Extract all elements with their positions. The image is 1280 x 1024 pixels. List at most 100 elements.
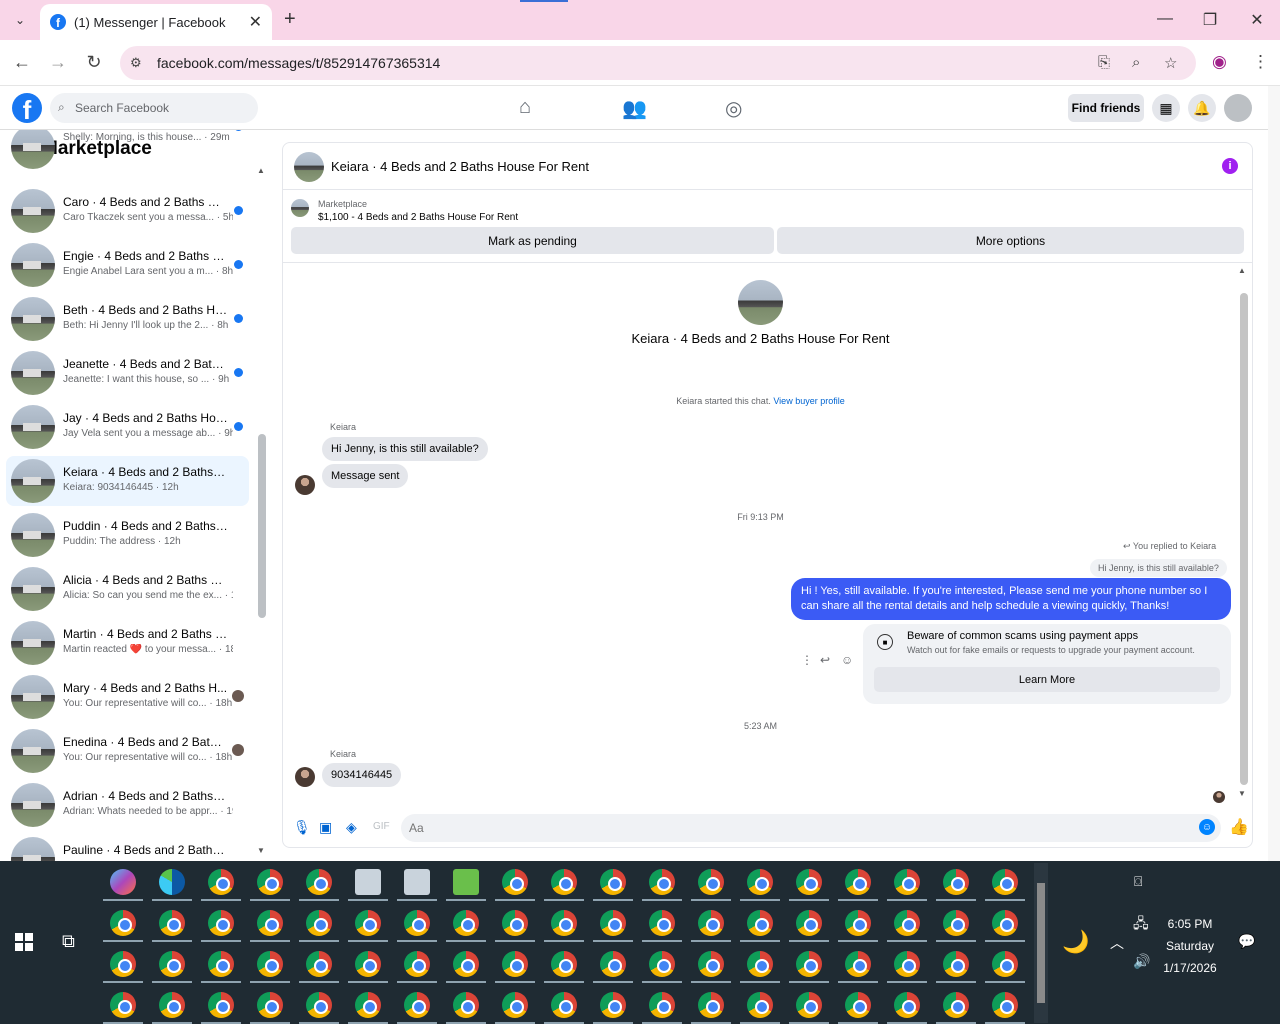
- chrome-icon[interactable]: [110, 951, 136, 977]
- chrome-icon[interactable]: [453, 951, 479, 977]
- chrome-icon[interactable]: [600, 951, 626, 977]
- chrome-icon[interactable]: [306, 951, 332, 977]
- chrome-icon[interactable]: [551, 992, 577, 1018]
- listing-avatar[interactable]: [294, 152, 324, 182]
- restore-icon[interactable]: ❐: [1200, 10, 1220, 30]
- chrome-icon[interactable]: [453, 910, 479, 936]
- chrome-icon[interactable]: [551, 910, 577, 936]
- chrome-icon[interactable]: [502, 869, 528, 895]
- quoted-message[interactable]: Hi Jenny, is this still available?: [1090, 559, 1227, 577]
- learn-more-button[interactable]: Learn More: [874, 667, 1220, 692]
- microphone-icon[interactable]: 🎙: [293, 819, 311, 836]
- address-bar[interactable]: ⚙ facebook.com/messages/t/85291476736531…: [120, 46, 1196, 80]
- profile-icon[interactable]: ◉: [1212, 52, 1227, 72]
- conversation-item[interactable]: Alicia · 4 Beds and 2 Baths Hou... Alicia…: [6, 564, 249, 614]
- site-info-icon[interactable]: ⚙: [130, 55, 142, 71]
- chrome-icon[interactable]: [894, 910, 920, 936]
- chrome-icon[interactable]: [845, 992, 871, 1018]
- chrome-icon[interactable]: [502, 910, 528, 936]
- chrome-icon[interactable]: [747, 910, 773, 936]
- message-input[interactable]: [401, 814, 1221, 842]
- chrome-icon[interactable]: [992, 869, 1018, 895]
- chrome-icon[interactable]: [355, 951, 381, 977]
- notifications-bell-icon[interactable]: 🔔: [1188, 94, 1216, 122]
- incoming-message[interactable]: Hi Jenny, is this still available?: [322, 437, 488, 461]
- conversation-item[interactable]: Pauline · 4 Beds and 2 Baths ...: [6, 834, 249, 861]
- chrome-icon[interactable]: [502, 992, 528, 1018]
- photo-icon[interactable]: ▣: [319, 819, 332, 836]
- chrome-icon[interactable]: [649, 869, 675, 895]
- chrome-icon[interactable]: [649, 951, 675, 977]
- chrome-icon[interactable]: [992, 951, 1018, 977]
- meet-now-icon[interactable]: ⌼: [1134, 873, 1142, 890]
- chrome-icon[interactable]: [306, 992, 332, 1018]
- chrome-icon[interactable]: [943, 992, 969, 1018]
- conversation-item[interactable]: Beth · 4 Beds and 2 Baths Ho... Beth: Hi …: [6, 294, 249, 344]
- chrome-icon[interactable]: [992, 910, 1018, 936]
- bookmark-star-icon[interactable]: ☆: [1164, 54, 1177, 72]
- edge-browser-icon[interactable]: [159, 869, 185, 895]
- chrome-icon[interactable]: [747, 992, 773, 1018]
- chrome-icon[interactable]: [796, 992, 822, 1018]
- chrome-icon[interactable]: [796, 951, 822, 977]
- chrome-icon[interactable]: [159, 951, 185, 977]
- chrome-icon[interactable]: [257, 869, 283, 895]
- react-emoji-icon[interactable]: ☺: [841, 653, 853, 667]
- chrome-icon[interactable]: [208, 992, 234, 1018]
- chrome-icon[interactable]: [747, 869, 773, 895]
- chrome-icon[interactable]: [600, 869, 626, 895]
- conversation-item[interactable]: Puddin · 4 Beds and 2 Baths Ho... Puddin:…: [6, 510, 249, 560]
- chrome-icon[interactable]: [404, 910, 430, 936]
- task-view-icon[interactable]: ⧉: [62, 931, 75, 952]
- taskbar-scrollbar[interactable]: [1034, 863, 1048, 1023]
- chrome-icon[interactable]: [355, 992, 381, 1018]
- chrome-icon[interactable]: [306, 910, 332, 936]
- reply-icon[interactable]: ↩: [820, 653, 830, 667]
- chat-title[interactable]: Keiara · 4 Beds and 2 Baths House For Re…: [331, 159, 589, 174]
- sidebar-scroll-up-icon[interactable]: ▲: [257, 166, 265, 175]
- sender-avatar[interactable]: [295, 767, 315, 787]
- back-arrow-icon[interactable]: ←: [12, 52, 32, 73]
- chrome-icon[interactable]: [698, 951, 724, 977]
- chrome-icon[interactable]: [257, 992, 283, 1018]
- chrome-icon[interactable]: [796, 910, 822, 936]
- sidebar-scroll-down-icon[interactable]: ▼: [257, 846, 265, 855]
- chrome-icon[interactable]: [943, 910, 969, 936]
- friends-icon[interactable]: 👥: [622, 96, 647, 121]
- chrome-icon[interactable]: [306, 869, 332, 895]
- view-buyer-profile-link[interactable]: View buyer profile: [773, 396, 844, 406]
- page-scrollbar[interactable]: [1268, 86, 1280, 861]
- home-icon[interactable]: ⌂: [519, 96, 531, 119]
- sidebar-scrollbar[interactable]: [258, 434, 266, 618]
- emoji-icon[interactable]: ☺: [1199, 819, 1215, 835]
- menu-kebab-icon[interactable]: ⋮: [1252, 52, 1269, 72]
- new-tab-plus-icon[interactable]: +: [284, 8, 296, 31]
- chat-scroll-down-icon[interactable]: ▼: [1238, 789, 1246, 798]
- windows-start-icon[interactable]: [15, 933, 33, 951]
- copilot-icon[interactable]: [110, 869, 136, 895]
- search-input[interactable]: ⌕ Search Facebook: [50, 93, 258, 123]
- chrome-icon[interactable]: [747, 951, 773, 977]
- chrome-icon[interactable]: [502, 951, 528, 977]
- conversation-item[interactable]: Martin · 4 Beds and 2 Baths Ho... Martin …: [6, 618, 249, 668]
- chrome-icon[interactable]: [600, 910, 626, 936]
- chrome-icon[interactable]: [796, 869, 822, 895]
- volume-icon[interactable]: 🔊: [1133, 953, 1150, 970]
- chrome-icon[interactable]: [208, 869, 234, 895]
- chat-scroll-up-icon[interactable]: ▲: [1238, 266, 1246, 275]
- network-icon[interactable]: 🖧: [1133, 913, 1149, 937]
- chrome-icon[interactable]: [943, 951, 969, 977]
- chrome-icon[interactable]: [551, 951, 577, 977]
- chrome-icon[interactable]: [943, 869, 969, 895]
- conversation-item[interactable]: Jeanette · 4 Beds and 2 Baths ... Jeanett…: [6, 348, 249, 398]
- chrome-icon[interactable]: [355, 910, 381, 936]
- chrome-icon[interactable]: [698, 992, 724, 1018]
- sender-avatar[interactable]: [295, 475, 315, 495]
- chrome-icon[interactable]: [453, 992, 479, 1018]
- menu-grid-icon[interactable]: ▦: [1152, 94, 1180, 122]
- install-app-icon[interactable]: ⎘: [1098, 54, 1110, 71]
- app-icon[interactable]: [404, 869, 430, 895]
- chrome-icon[interactable]: [110, 992, 136, 1018]
- window-close-icon[interactable]: ✕: [1247, 10, 1267, 30]
- reload-icon[interactable]: ↻: [84, 52, 104, 73]
